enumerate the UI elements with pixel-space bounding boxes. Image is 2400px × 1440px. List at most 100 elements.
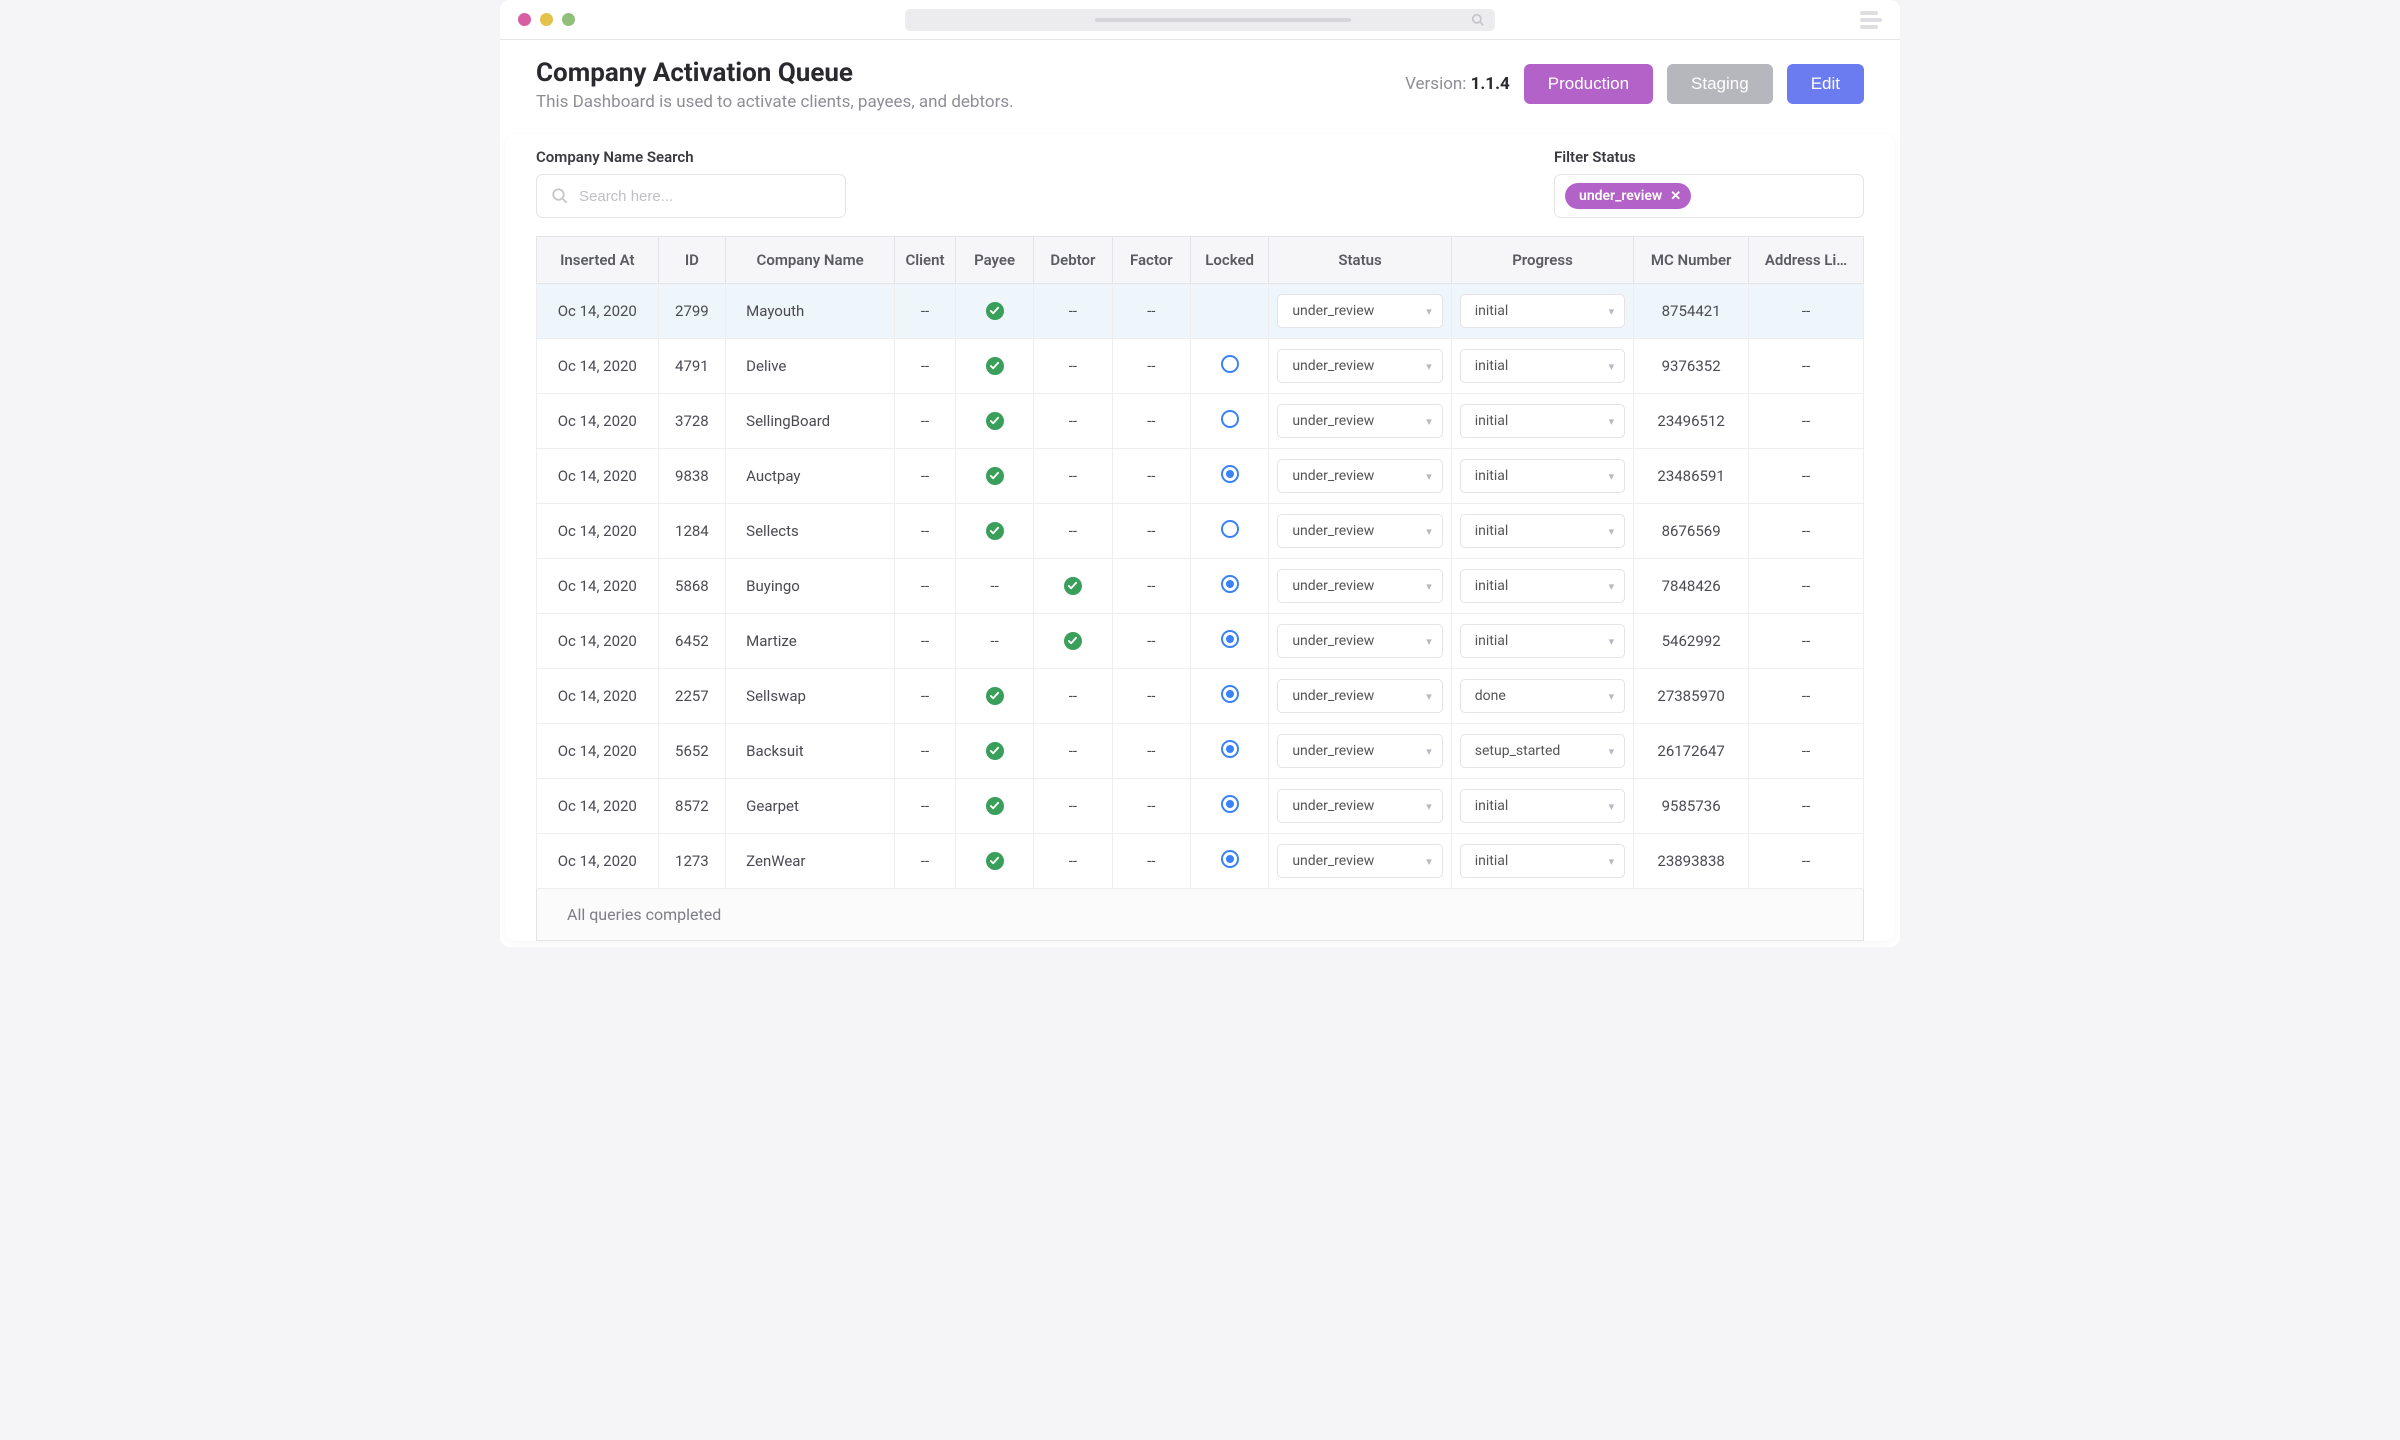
- cell-id: 9838: [658, 449, 726, 504]
- edit-button[interactable]: Edit: [1787, 64, 1864, 104]
- col-client[interactable]: Client: [895, 237, 956, 284]
- progress-select[interactable]: initial▾: [1460, 294, 1625, 328]
- locked-radio-empty-icon[interactable]: [1221, 355, 1239, 373]
- locked-radio-filled-icon[interactable]: [1221, 685, 1239, 703]
- col-factor[interactable]: Factor: [1112, 237, 1190, 284]
- table-row[interactable]: Oc 14, 20202257Sellswap------under_revie…: [537, 669, 1864, 724]
- cell-client: --: [895, 504, 956, 559]
- locked-radio-filled-icon[interactable]: [1221, 850, 1239, 868]
- table-row[interactable]: Oc 14, 20204791Delive------under_review▾…: [537, 339, 1864, 394]
- progress-select[interactable]: initial▾: [1460, 789, 1625, 823]
- col-payee[interactable]: Payee: [955, 237, 1033, 284]
- remove-chip-icon[interactable]: ✕: [1670, 189, 1681, 204]
- cell-inserted-at: Oc 14, 2020: [537, 834, 659, 889]
- cell-status: under_review▾: [1269, 669, 1451, 724]
- col-mc-number[interactable]: MC Number: [1634, 237, 1749, 284]
- status-select[interactable]: under_review▾: [1277, 294, 1442, 328]
- check-icon: [986, 522, 1004, 540]
- cell-mc-number: 27385970: [1634, 669, 1749, 724]
- select-value: under_review: [1292, 413, 1374, 429]
- chevron-down-icon: ▾: [1609, 635, 1615, 648]
- maximize-window-icon[interactable]: [562, 13, 575, 26]
- select-value: initial: [1475, 798, 1509, 814]
- progress-select[interactable]: initial▾: [1460, 459, 1625, 493]
- locked-radio-empty-icon[interactable]: [1221, 520, 1239, 538]
- cell-mc-number: 23486591: [1634, 449, 1749, 504]
- table-row[interactable]: Oc 14, 20201284Sellects------under_revie…: [537, 504, 1864, 559]
- status-select[interactable]: under_review▾: [1277, 844, 1442, 878]
- status-select[interactable]: under_review▾: [1277, 569, 1442, 603]
- chevron-down-icon: ▾: [1426, 635, 1432, 648]
- progress-select[interactable]: initial▾: [1460, 404, 1625, 438]
- cell-progress: initial▾: [1451, 779, 1633, 834]
- status-select[interactable]: under_review▾: [1277, 734, 1442, 768]
- close-window-icon[interactable]: [518, 13, 531, 26]
- cell-factor: --: [1112, 504, 1190, 559]
- col-id[interactable]: ID: [658, 237, 726, 284]
- staging-button[interactable]: Staging: [1667, 64, 1773, 104]
- version-label: Version: 1.1.4: [1405, 74, 1510, 94]
- cell-status: under_review▾: [1269, 394, 1451, 449]
- col-address[interactable]: Address Li…: [1749, 237, 1864, 284]
- locked-radio-filled-icon[interactable]: [1221, 740, 1239, 758]
- content-card: Company Name Search Filter Status under_…: [506, 134, 1894, 941]
- cell-client: --: [895, 724, 956, 779]
- filter-box[interactable]: under_review ✕: [1554, 174, 1864, 218]
- cell-progress: initial▾: [1451, 504, 1633, 559]
- locked-radio-filled-icon[interactable]: [1221, 795, 1239, 813]
- table-row[interactable]: Oc 14, 20205868Buyingo------under_review…: [537, 559, 1864, 614]
- status-select[interactable]: under_review▾: [1277, 459, 1442, 493]
- chevron-down-icon: ▾: [1609, 745, 1615, 758]
- col-status[interactable]: Status: [1269, 237, 1451, 284]
- table-row[interactable]: Oc 14, 20206452Martize------under_review…: [537, 614, 1864, 669]
- minimize-window-icon[interactable]: [540, 13, 553, 26]
- chevron-down-icon: ▾: [1609, 525, 1615, 538]
- search-input[interactable]: [579, 188, 831, 205]
- cell-locked: [1190, 504, 1268, 559]
- cell-mc-number: 7848426: [1634, 559, 1749, 614]
- cell-payee: [955, 394, 1033, 449]
- table-row[interactable]: Oc 14, 20208572Gearpet------under_review…: [537, 779, 1864, 834]
- progress-select[interactable]: initial▾: [1460, 844, 1625, 878]
- cell-id: 5868: [658, 559, 726, 614]
- col-locked[interactable]: Locked: [1190, 237, 1268, 284]
- table-row[interactable]: Oc 14, 20209838Auctpay------under_review…: [537, 449, 1864, 504]
- status-select[interactable]: under_review▾: [1277, 404, 1442, 438]
- col-debtor[interactable]: Debtor: [1034, 237, 1112, 284]
- status-select[interactable]: under_review▾: [1277, 349, 1442, 383]
- progress-select[interactable]: done▾: [1460, 679, 1625, 713]
- cell-locked: [1190, 339, 1268, 394]
- filter-chip[interactable]: under_review ✕: [1565, 183, 1691, 209]
- table-row[interactable]: Oc 14, 20201273ZenWear------under_review…: [537, 834, 1864, 889]
- table-row[interactable]: Oc 14, 20205652Backsuit------under_revie…: [537, 724, 1864, 779]
- progress-select[interactable]: initial▾: [1460, 514, 1625, 548]
- cell-status: under_review▾: [1269, 779, 1451, 834]
- locked-radio-filled-icon[interactable]: [1221, 465, 1239, 483]
- locked-radio-filled-icon[interactable]: [1221, 630, 1239, 648]
- progress-select[interactable]: initial▾: [1460, 349, 1625, 383]
- menu-icon[interactable]: [1860, 11, 1882, 29]
- progress-select[interactable]: setup_started▾: [1460, 734, 1625, 768]
- status-select[interactable]: under_review▾: [1277, 789, 1442, 823]
- locked-radio-empty-icon[interactable]: [1221, 410, 1239, 428]
- col-company-name[interactable]: Company Name: [726, 237, 895, 284]
- table-row[interactable]: Oc 14, 20202799Mayouth------under_review…: [537, 284, 1864, 339]
- cell-factor: --: [1112, 614, 1190, 669]
- cell-locked: [1190, 559, 1268, 614]
- titlebar-search[interactable]: [905, 9, 1495, 31]
- production-button[interactable]: Production: [1524, 64, 1653, 104]
- cell-locked: [1190, 449, 1268, 504]
- search-box[interactable]: [536, 174, 846, 218]
- cell-status: under_review▾: [1269, 559, 1451, 614]
- locked-radio-filled-icon[interactable]: [1221, 575, 1239, 593]
- status-select[interactable]: under_review▾: [1277, 679, 1442, 713]
- status-select[interactable]: under_review▾: [1277, 514, 1442, 548]
- filter-chip-label: under_review: [1579, 188, 1662, 204]
- col-progress[interactable]: Progress: [1451, 237, 1633, 284]
- status-select[interactable]: under_review▾: [1277, 624, 1442, 658]
- table-row[interactable]: Oc 14, 20203728SellingBoard------under_r…: [537, 394, 1864, 449]
- col-inserted-at[interactable]: Inserted At: [537, 237, 659, 284]
- progress-select[interactable]: initial▾: [1460, 624, 1625, 658]
- progress-select[interactable]: initial▾: [1460, 569, 1625, 603]
- select-value: under_review: [1292, 468, 1374, 484]
